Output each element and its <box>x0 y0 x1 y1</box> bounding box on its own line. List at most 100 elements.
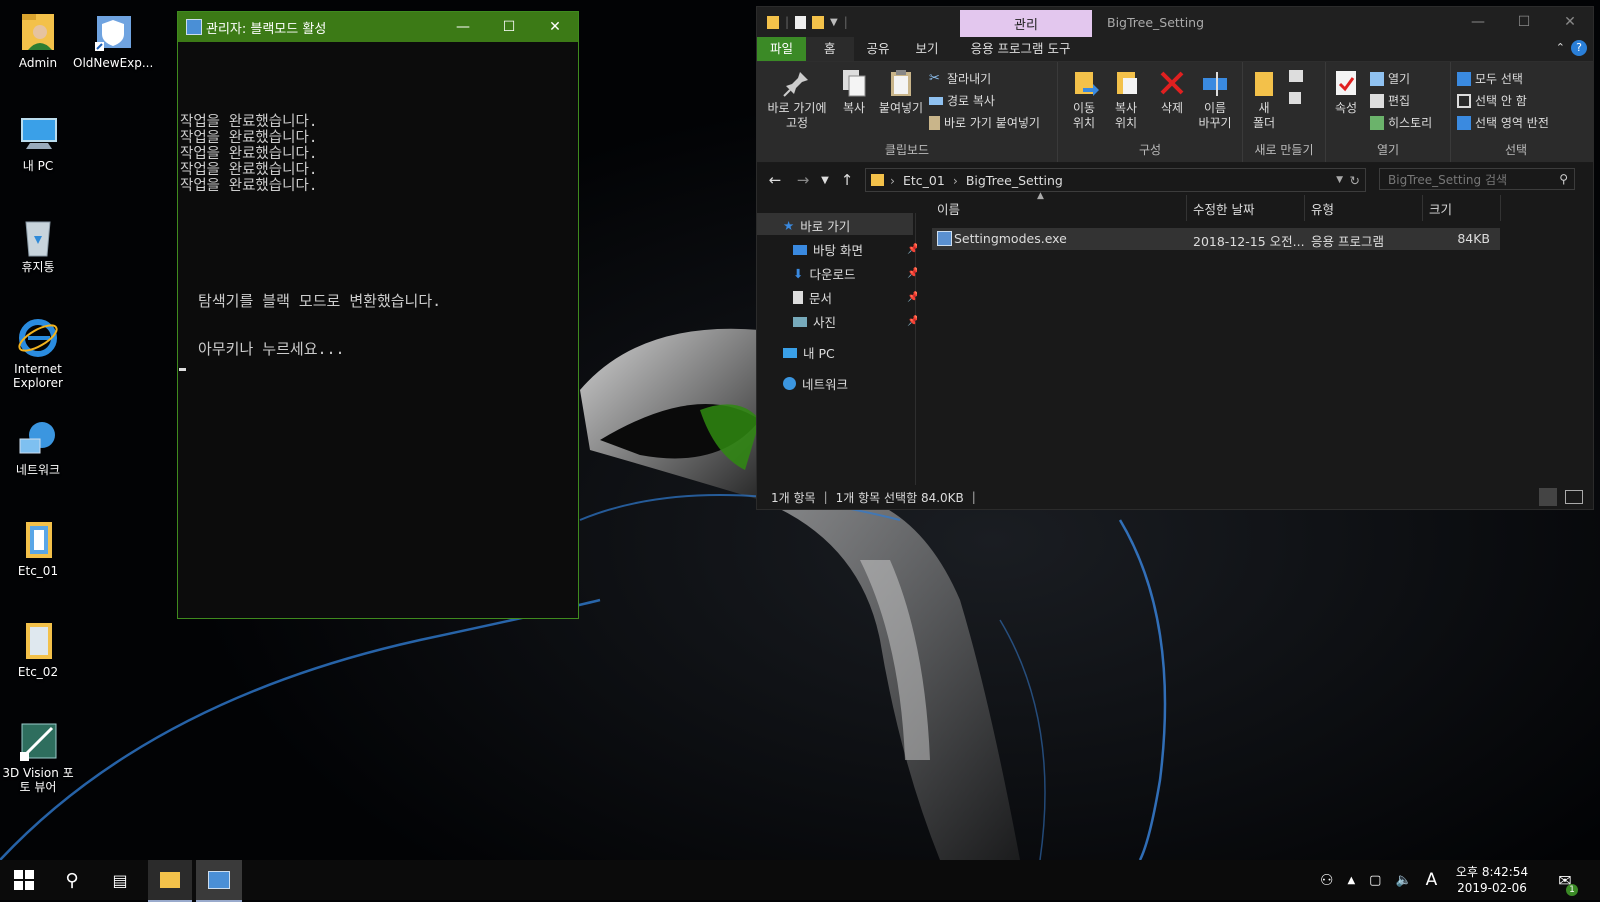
details-view-icon[interactable] <box>1539 488 1557 506</box>
chevron-right-icon[interactable]: › <box>953 173 958 188</box>
ime-indicator[interactable]: A <box>1426 870 1438 890</box>
paste-shortcut-icon <box>929 115 940 130</box>
edit-icon <box>1370 93 1384 108</box>
up-arrow-icon[interactable]: ↑ <box>833 171 861 189</box>
refresh-icon[interactable]: ↻ <box>1350 173 1360 188</box>
easy-access-icon[interactable] <box>1289 92 1301 104</box>
forward-arrow-icon[interactable]: → <box>789 171 817 189</box>
address-bar[interactable]: › Etc_01 › BigTree_Setting ▼ ↻ <box>865 168 1366 192</box>
desktop-icon-recycle-bin[interactable]: 휴지통 <box>0 214 78 274</box>
new-item-icon[interactable] <box>1289 70 1303 82</box>
file-explorer-window[interactable]: | ▼ | 관리 BigTree_Setting — ☐ ✕ 파일 홈 공유 보… <box>756 6 1594 510</box>
desktop-icon-etc02[interactable]: Etc_02 <box>0 619 78 679</box>
move-to-icon <box>1069 68 1099 98</box>
maximize-button[interactable]: ☐ <box>1501 7 1547 37</box>
desktop-icon-etc01[interactable]: Etc_01 <box>0 518 78 578</box>
tab-manage-context[interactable]: 관리 <box>960 10 1092 37</box>
new-folder-button[interactable]: 새 폴더 <box>1247 68 1281 131</box>
breadcrumb-etc01[interactable]: Etc_01 <box>903 173 945 188</box>
desktop-icon-internet-explorer[interactable]: Internet Explorer <box>0 316 78 390</box>
cut-button[interactable]: ✂ 잘라내기 <box>929 70 991 87</box>
clock[interactable]: 오후 8:42:54 2019-02-06 <box>1452 860 1532 900</box>
table-row[interactable]: Settingmodes.exe 2018-12-15 오전... 응용 프로그… <box>932 228 1500 250</box>
console-window[interactable]: 관리자: 블랙모드 활성 — ☐ ✕ 작업을 완료했습니다. 작업을 완료했습니… <box>177 11 579 619</box>
column-header-date[interactable]: 수정한 날짜 <box>1187 195 1305 221</box>
select-all-button[interactable]: 모두 선택 <box>1457 70 1523 87</box>
desktop-icon-network[interactable]: 네트워크 <box>0 417 78 477</box>
large-icons-view-icon[interactable] <box>1565 490 1583 504</box>
minimize-button[interactable]: — <box>1455 7 1501 37</box>
taskbar-console[interactable] <box>196 860 242 902</box>
chevron-down-icon[interactable]: ▼ <box>1336 175 1343 185</box>
search-icon[interactable]: ⚲ <box>50 860 94 900</box>
search-input[interactable]: BigTree_Setting 검색 ⚲ <box>1379 168 1575 190</box>
desktop-icon-this-pc[interactable]: 내 PC <box>0 113 78 173</box>
column-header-size[interactable]: 크기 <box>1423 195 1501 221</box>
console-titlebar[interactable]: 관리자: 블랙모드 활성 — ☐ ✕ <box>178 12 578 42</box>
volume-icon[interactable]: 🔈 <box>1395 873 1411 888</box>
ribbon-home: 바로 가기에 고정 복사 붙여넣기 ✂ 잘라내기 경로 복사 바로 가기 붙여넣기… <box>757 62 1593 163</box>
nav-this-pc[interactable]: 내 PC <box>783 343 835 362</box>
chevron-right-icon[interactable]: › <box>890 173 895 188</box>
collapse-ribbon-icon[interactable]: ⌃ <box>1556 41 1565 54</box>
file-name: Settingmodes.exe <box>954 231 1067 246</box>
rename-button[interactable]: 이름 바꾸기 <box>1192 68 1238 131</box>
delete-button[interactable]: 삭제 <box>1154 68 1190 116</box>
pin-quick-access-button[interactable]: 바로 가기에 고정 <box>765 68 829 131</box>
open-button[interactable]: 열기 <box>1370 70 1410 87</box>
maximize-button[interactable]: ☐ <box>486 12 532 42</box>
close-button[interactable]: ✕ <box>1547 7 1593 37</box>
console-app-icon <box>208 871 230 889</box>
console-line: 작업을 완료했습니다. <box>180 114 318 130</box>
desktop-icon-admin[interactable]: Admin <box>0 10 78 70</box>
copy-button[interactable]: 복사 <box>837 68 871 116</box>
clipboard-group-label: 클립보드 <box>884 143 930 157</box>
tab-share[interactable]: 공유 <box>854 37 903 61</box>
help-icon[interactable]: ? <box>1571 40 1587 56</box>
tab-home[interactable]: 홈 <box>806 37 854 61</box>
history-button[interactable]: 히스토리 <box>1370 114 1432 131</box>
back-arrow-icon[interactable]: ← <box>761 171 789 189</box>
tab-app-tools[interactable]: 응용 프로그램 도구 <box>958 37 1084 61</box>
invert-selection-button[interactable]: 선택 영역 반전 <box>1457 114 1549 131</box>
desktop-icon-3d-vision[interactable]: 3D Vision 포토 뷰어 <box>0 720 78 794</box>
minimize-button[interactable]: — <box>440 12 486 42</box>
chevron-up-icon[interactable]: ▲ <box>1347 875 1355 886</box>
search-icon[interactable]: ⚲ <box>1559 172 1568 186</box>
start-button[interactable] <box>2 860 46 900</box>
file-list[interactable]: ▲ 이름 수정한 날짜 유형 크기 Settingmodes.exe 2018-… <box>917 191 1593 485</box>
paste-shortcut-button[interactable]: 바로 가기 붙여넣기 <box>929 114 1040 131</box>
navigation-pane[interactable]: ★ 바로 가기 바탕 화면 📌 ⬇ 다운로드 📌 문서 📌 사진 📌 내 PC 네트워크 <box>757 213 919 485</box>
console-output[interactable]: 작업을 완료했습니다. 작업을 완료했습니다. 작업을 완료했습니다. 작업을 … <box>178 42 578 618</box>
network-status-icon[interactable]: ▢ <box>1369 873 1381 888</box>
new-folder-icon[interactable] <box>812 15 825 29</box>
system-tray: ⚇ ▲ ▢ 🔈 A <box>1320 860 1437 900</box>
tab-file[interactable]: 파일 <box>757 37 807 61</box>
copy-to-button[interactable]: 복사 위치 <box>1106 68 1146 131</box>
move-to-button[interactable]: 이동 위치 <box>1064 68 1104 131</box>
copy-path-button[interactable]: 경로 복사 <box>929 92 995 109</box>
recent-locations-chevron-icon[interactable]: ▼ <box>817 175 833 186</box>
people-icon[interactable]: ⚇ <box>1320 871 1333 889</box>
nav-quick-access[interactable]: ★ 바로 가기 <box>783 216 850 235</box>
tab-view[interactable]: 보기 <box>903 37 952 61</box>
breadcrumb-bigtree-setting[interactable]: BigTree_Setting <box>966 173 1063 188</box>
file-date: 2018-12-15 오전... <box>1193 234 1305 249</box>
task-view-icon[interactable]: ▤ <box>98 860 142 900</box>
properties-button[interactable]: 속성 <box>1330 68 1362 116</box>
chevron-down-icon[interactable]: ▼ <box>830 17 838 28</box>
select-none-button[interactable]: 선택 안 함 <box>1457 92 1527 109</box>
taskbar-file-explorer[interactable] <box>148 860 192 902</box>
column-header-name[interactable]: 이름 <box>931 195 1187 221</box>
edit-button[interactable]: 편집 <box>1370 92 1410 109</box>
desktop-icon-oldnewexp[interactable]: OldNewExp... <box>73 10 153 70</box>
properties-icon[interactable] <box>795 15 807 29</box>
close-button[interactable]: ✕ <box>532 12 578 42</box>
column-header-type[interactable]: 유형 <box>1305 195 1423 221</box>
paste-button[interactable]: 붙여넣기 <box>875 68 927 116</box>
pin-icon <box>782 68 812 98</box>
action-center-button[interactable]: ✉ 1 <box>1550 860 1580 900</box>
open-group: 속성 열기 편집 히스토리 열기 <box>1326 62 1451 162</box>
explorer-titlebar[interactable]: | ▼ | 관리 BigTree_Setting — ☐ ✕ <box>757 7 1593 37</box>
nav-network[interactable]: 네트워크 <box>783 374 848 393</box>
